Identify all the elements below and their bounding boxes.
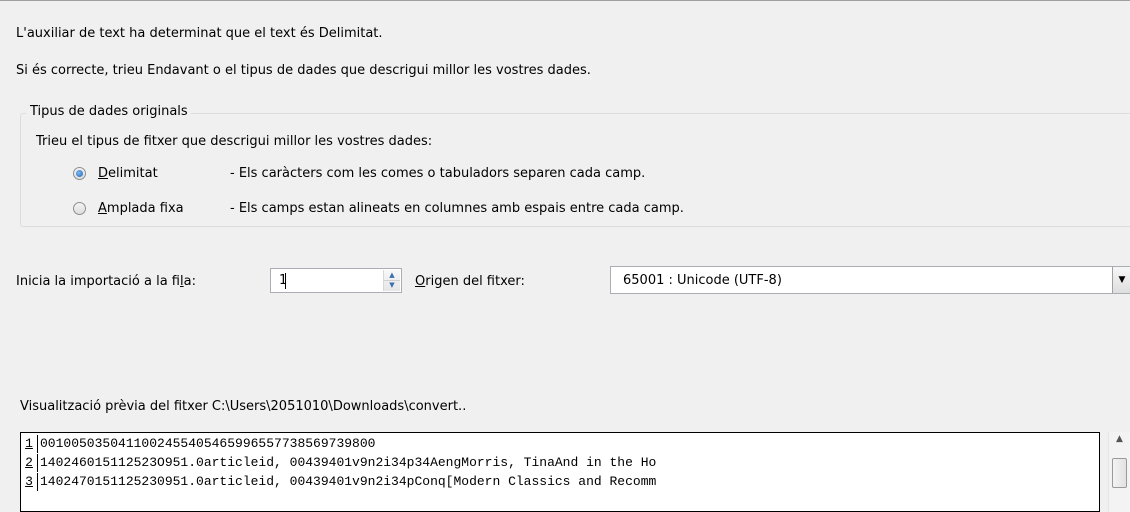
radio-fixed-width[interactable] xyxy=(73,202,86,215)
file-origin-value: 65001 : Unicode (UTF-8) xyxy=(623,273,782,288)
spinner-buttons: ▲ ▼ xyxy=(383,270,400,291)
radio-selected-dot xyxy=(76,170,83,177)
preview-scrollbar[interactable]: ▲ xyxy=(1108,432,1130,512)
file-preview[interactable]: 1 001005035041100245540546599655773856973… xyxy=(20,432,1100,512)
chevron-down-icon[interactable]: ▼ xyxy=(1112,267,1130,293)
radio-fixed-width-label[interactable]: Amplada fixa xyxy=(98,201,184,216)
preview-label: Visualització prèvia del fitxer C:\Users… xyxy=(20,399,467,414)
radio-delimited-description: - Els caràcters com les comes o tabulado… xyxy=(230,166,646,181)
scrollbar-thumb[interactable] xyxy=(1112,458,1127,488)
start-row-spinner[interactable]: 1 ▲ ▼ xyxy=(270,268,402,293)
preview-line: 3 1402470151125230951.0articleid, 0043940… xyxy=(21,473,656,491)
radio-delimited-label[interactable]: Delimitat xyxy=(98,166,158,181)
intro-detected-text: L'auxiliar de text ha determinat que el … xyxy=(16,26,383,41)
top-divider xyxy=(0,0,1130,1)
preview-line-number: 3 xyxy=(21,473,38,491)
file-type-prompt: Trieu el tipus de fitxer que descrigui m… xyxy=(36,134,433,149)
spin-down-icon[interactable]: ▼ xyxy=(384,280,400,290)
radio-fixed-width-description: - Els camps estan alineats en columnes a… xyxy=(230,201,684,216)
preview-line-text: 140246015112523O951.0articleid, 00439401… xyxy=(40,455,657,470)
radio-delimited[interactable] xyxy=(73,167,86,180)
preview-line: 1 001005035041100245540546599655773856973… xyxy=(21,435,375,453)
preview-line-text: 1402470151125230951.0articleid, 00439401… xyxy=(40,474,657,489)
file-origin-select[interactable]: 65001 : Unicode (UTF-8) ▼ xyxy=(610,266,1130,294)
text-caret xyxy=(285,273,286,289)
start-row-value[interactable]: 1 xyxy=(279,273,287,288)
file-origin-label: Origen del fitxer: xyxy=(415,274,525,289)
preview-line-text: 0010050350411002455405465996557738569739… xyxy=(40,436,376,451)
start-row-label: Inicia la importació a la fila: xyxy=(16,274,196,289)
preview-line-number: 2 xyxy=(21,454,38,472)
scroll-up-icon[interactable]: ▲ xyxy=(1109,434,1130,444)
preview-line: 2 140246015112523O951.0articleid, 0043940… xyxy=(21,454,656,472)
intro-instruction-text: Si és correcte, trieu Endavant o el tipu… xyxy=(16,63,591,78)
group-legend: Tipus de dades originals xyxy=(26,104,191,119)
preview-line-number: 1 xyxy=(21,435,38,453)
